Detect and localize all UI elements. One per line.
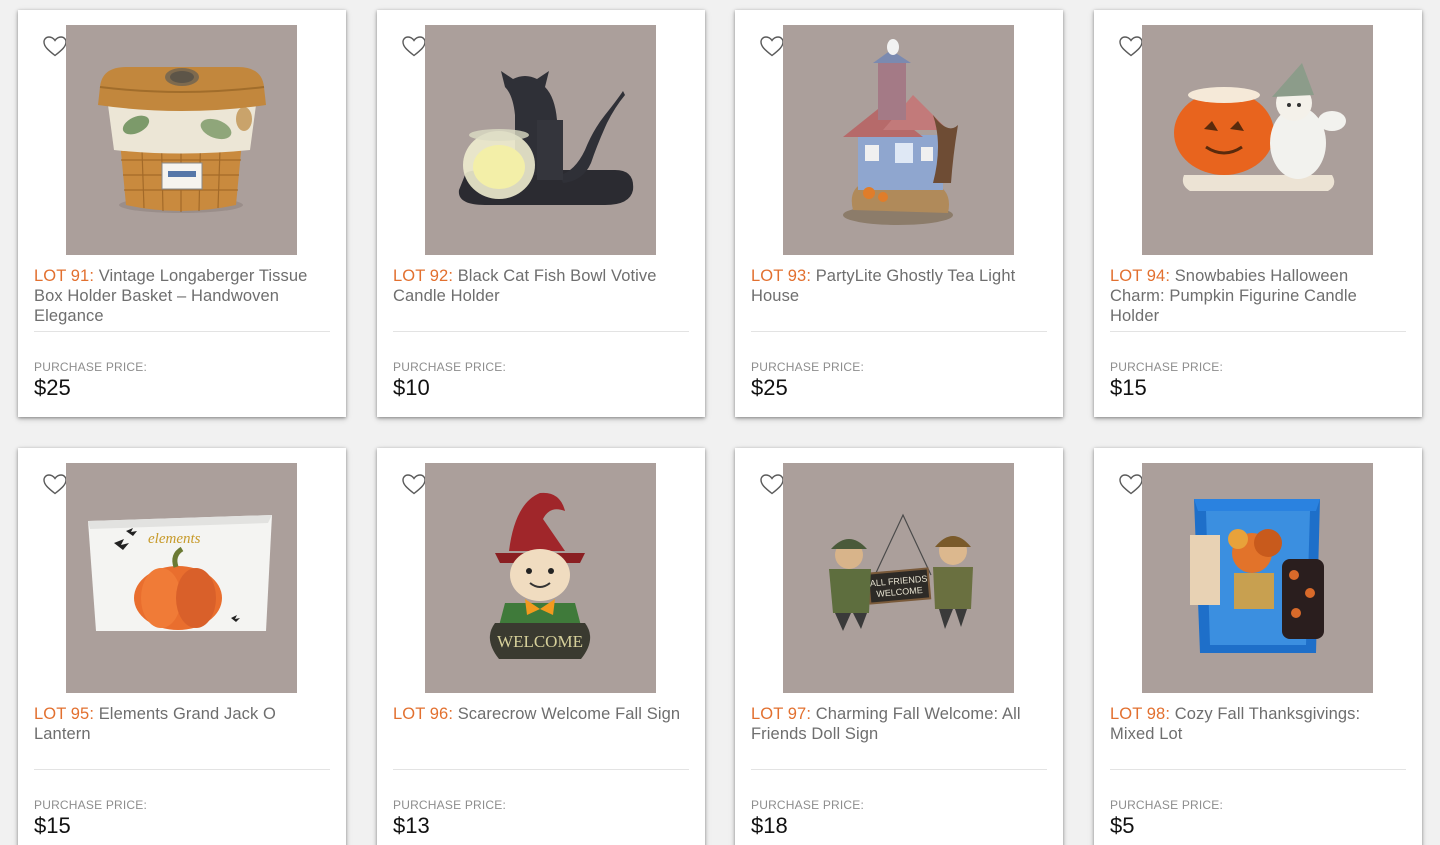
divider [393, 769, 689, 770]
favorite-button[interactable] [42, 34, 68, 58]
snowbaby-pumpkin-image [1174, 63, 1346, 191]
lot-image[interactable] [66, 25, 297, 255]
divider [751, 769, 1047, 770]
lot-title[interactable]: LOT 98: Cozy Fall Thanksgivings: Mixed L… [1110, 704, 1406, 744]
divider [751, 331, 1047, 332]
lot-number: LOT 91: [34, 267, 95, 285]
heart-outline-icon [402, 474, 426, 495]
favorite-button[interactable] [42, 472, 68, 496]
friends-doll-sign-image: ALL FRIENDS WELCOME [829, 513, 973, 631]
sign-welcome-text: WELCOME [497, 632, 583, 651]
heart-outline-icon [760, 36, 784, 57]
price-value: $13 [393, 813, 430, 838]
ghostly-house-image [843, 39, 958, 225]
favorite-button[interactable] [401, 472, 427, 496]
lot-image[interactable]: ALL FRIENDS WELCOME [783, 463, 1014, 693]
price-value: $10 [393, 375, 430, 400]
lot-number: LOT 98: [1110, 705, 1171, 723]
heart-outline-icon [402, 36, 426, 57]
lot-title[interactable]: LOT 96: Scarecrow Welcome Fall Sign [393, 704, 689, 724]
price-value: $25 [34, 375, 71, 400]
price-value: $15 [34, 813, 71, 838]
lot-card-92[interactable]: LOT 92: Black Cat Fish Bowl Votive Candl… [377, 10, 705, 417]
price-label: PURCHASE PRICE: [34, 360, 148, 374]
lot-card-95[interactable]: elements LOT 95: Elements Grand Jack O L… [18, 448, 346, 845]
lot-title[interactable]: LOT 91: Vintage Longaberger Tissue Box H… [34, 266, 330, 326]
divider [34, 331, 330, 332]
box-brand-text: elements [148, 531, 201, 547]
lot-title[interactable]: LOT 97: Charming Fall Welcome: All Frien… [751, 704, 1047, 744]
price-value: $5 [1110, 813, 1135, 838]
lot-title[interactable]: LOT 94: Snowbabies Halloween Charm: Pump… [1110, 266, 1406, 326]
lot-image[interactable] [425, 25, 656, 255]
lot-number: LOT 95: [34, 705, 95, 723]
price-value: $15 [1110, 375, 1147, 400]
divider [1110, 769, 1406, 770]
scarecrow-sign-image: WELCOME [489, 492, 591, 659]
divider [1110, 331, 1406, 332]
lot-title[interactable]: LOT 92: Black Cat Fish Bowl Votive Candl… [393, 266, 689, 306]
divider [393, 331, 689, 332]
heart-outline-icon [1119, 474, 1143, 495]
lot-title[interactable]: LOT 95: Elements Grand Jack O Lantern [34, 704, 330, 744]
lot-card-98[interactable]: LOT 98: Cozy Fall Thanksgivings: Mixed L… [1094, 448, 1422, 845]
lot-number: LOT 96: [393, 705, 454, 723]
lot-number: LOT 97: [751, 705, 812, 723]
price-label: PURCHASE PRICE: [393, 360, 507, 374]
price-label: PURCHASE PRICE: [393, 798, 507, 812]
heart-outline-icon [760, 474, 784, 495]
lot-card-97[interactable]: ALL FRIENDS WELCOME LOT 97: Charming Fal… [735, 448, 1063, 845]
price-label: PURCHASE PRICE: [751, 360, 865, 374]
heart-outline-icon [43, 474, 67, 495]
mixed-fall-lot-image [1190, 499, 1324, 653]
favorite-button[interactable] [759, 34, 785, 58]
heart-outline-icon [1119, 36, 1143, 57]
elements-pumpkin-box-image: elements [88, 515, 272, 631]
price-value: $18 [751, 813, 788, 838]
lot-title-text: Scarecrow Welcome Fall Sign [457, 705, 681, 723]
divider [34, 769, 330, 770]
lot-card-94[interactable]: LOT 94: Snowbabies Halloween Charm: Pump… [1094, 10, 1422, 417]
tissue-basket-image [98, 67, 266, 213]
lot-number: LOT 93: [751, 267, 812, 285]
lot-image[interactable]: elements [66, 463, 297, 693]
heart-outline-icon [43, 36, 67, 57]
lot-card-93[interactable]: LOT 93: PartyLite Ghostly Tea Light Hous… [735, 10, 1063, 417]
price-label: PURCHASE PRICE: [34, 798, 148, 812]
price-label: PURCHASE PRICE: [1110, 798, 1224, 812]
lot-card-96[interactable]: WELCOME LOT 96: Scarecrow Welcome Fall S… [377, 448, 705, 845]
favorite-button[interactable] [759, 472, 785, 496]
lot-grid: LOT 91: Vintage Longaberger Tissue Box H… [0, 0, 1440, 845]
lot-image[interactable]: WELCOME [425, 463, 656, 693]
lot-number: LOT 92: [393, 267, 454, 285]
lot-image[interactable] [1142, 463, 1373, 693]
price-value: $25 [751, 375, 788, 400]
lot-number: LOT 94: [1110, 267, 1171, 285]
lot-image[interactable] [1142, 25, 1373, 255]
price-label: PURCHASE PRICE: [1110, 360, 1224, 374]
favorite-button[interactable] [1118, 472, 1144, 496]
black-cat-votive-image [458, 71, 634, 205]
price-label: PURCHASE PRICE: [751, 798, 865, 812]
favorite-button[interactable] [401, 34, 427, 58]
lot-title[interactable]: LOT 93: PartyLite Ghostly Tea Light Hous… [751, 266, 1047, 306]
lot-image[interactable] [783, 25, 1014, 255]
lot-card-91[interactable]: LOT 91: Vintage Longaberger Tissue Box H… [18, 10, 346, 417]
favorite-button[interactable] [1118, 34, 1144, 58]
